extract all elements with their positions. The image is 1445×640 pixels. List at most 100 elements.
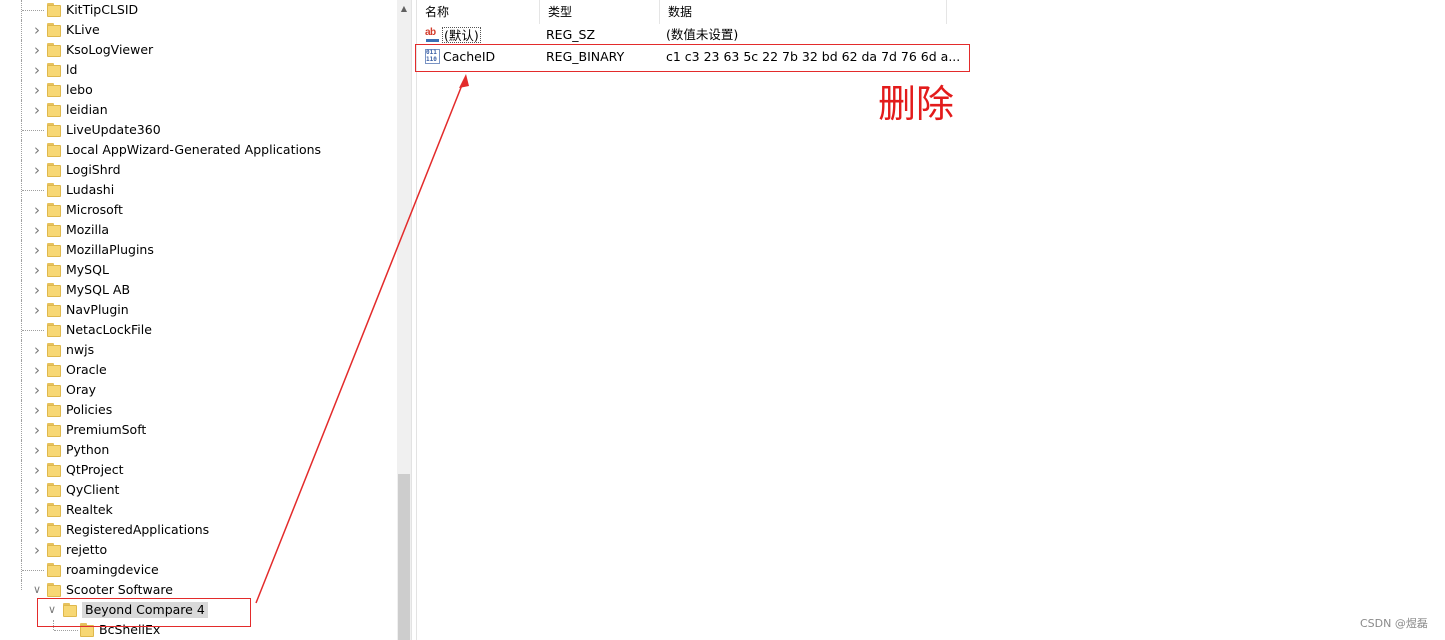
expand-chevron-icon[interactable]: ›	[30, 543, 44, 558]
expand-chevron-icon[interactable]: ›	[30, 463, 44, 478]
tree-node[interactable]: › KsoLogViewer	[0, 40, 397, 60]
expand-chevron-icon[interactable]: ›	[30, 303, 44, 318]
tree-node-label: nwjs	[66, 342, 95, 357]
tree-node-label: MySQL	[66, 262, 109, 277]
tree-node[interactable]: › Realtek	[0, 500, 397, 520]
tree-node-label: Python	[66, 442, 110, 457]
tree-node-label: Oray	[66, 382, 97, 397]
folder-icon	[47, 343, 61, 357]
expand-chevron-icon[interactable]: ›	[30, 283, 44, 298]
folder-icon	[47, 163, 61, 177]
tree-node[interactable]: › KLive	[0, 20, 397, 40]
tree-node[interactable]: › nwjs	[0, 340, 397, 360]
column-header-name[interactable]: 名称	[417, 0, 540, 24]
folder-icon	[47, 143, 61, 157]
scroll-up-arrow-icon[interactable]: ▲	[397, 0, 411, 17]
annotation-highlight-cacheid	[415, 44, 970, 72]
tree-node[interactable]: KitTipCLSID	[0, 0, 397, 20]
tree-node[interactable]: › lebo	[0, 80, 397, 100]
expand-chevron-icon[interactable]: ›	[30, 383, 44, 398]
expand-chevron-icon[interactable]: ›	[30, 263, 44, 278]
expand-chevron-icon[interactable]: ›	[30, 243, 44, 258]
expand-chevron-icon[interactable]: ›	[30, 403, 44, 418]
tree-node[interactable]: › Oracle	[0, 360, 397, 380]
expand-chevron-icon[interactable]: ›	[30, 523, 44, 538]
folder-icon	[47, 243, 61, 257]
expand-chevron-icon[interactable]: ›	[30, 343, 44, 358]
folder-icon	[47, 363, 61, 377]
expand-chevron-icon[interactable]: ›	[30, 63, 44, 78]
tree-node[interactable]: › Policies	[0, 400, 397, 420]
value-row-default[interactable]: ab (默认) REG_SZ (数值未设置)	[417, 25, 947, 45]
expand-chevron-icon[interactable]: ›	[30, 223, 44, 238]
expand-chevron-icon[interactable]: ›	[30, 203, 44, 218]
tree-node[interactable]: › ld	[0, 60, 397, 80]
tree-node-label: roamingdevice	[66, 562, 159, 577]
tree-node[interactable]: › RegisteredApplications	[0, 520, 397, 540]
tree-node[interactable]: NetacLockFile	[0, 320, 397, 340]
collapse-chevron-icon[interactable]: ∨	[30, 583, 44, 597]
tree-node-label: NetacLockFile	[66, 322, 152, 337]
tree-node[interactable]: › Mozilla	[0, 220, 397, 240]
annotation-delete-label: 删除	[878, 82, 955, 126]
expand-chevron-icon[interactable]: ›	[30, 483, 44, 498]
expand-chevron-icon[interactable]: ›	[30, 83, 44, 98]
tree-node-label: KLive	[66, 22, 100, 37]
tree-node-label: Local AppWizard-Generated Applications	[66, 142, 322, 157]
tree-node[interactable]: › Microsoft	[0, 200, 397, 220]
tree-node[interactable]: › Local AppWizard-Generated Applications	[0, 140, 397, 160]
folder-icon	[47, 283, 61, 297]
tree-node-label: NavPlugin	[66, 302, 129, 317]
tree-node-label: QyClient	[66, 482, 120, 497]
folder-icon	[47, 523, 61, 537]
expand-chevron-icon[interactable]: ›	[30, 423, 44, 438]
expand-chevron-icon[interactable]: ›	[30, 43, 44, 58]
string-value-icon: ab	[425, 27, 441, 43]
tree-node-label: Scooter Software	[66, 582, 173, 597]
tree-node[interactable]: roamingdevice	[0, 560, 397, 580]
tree-node[interactable]: › rejetto	[0, 540, 397, 560]
folder-icon	[47, 403, 61, 417]
tree-node-label: Oracle	[66, 362, 107, 377]
tree-node[interactable]: ∨ Scooter Software	[0, 580, 397, 600]
tree-vertical-scrollbar[interactable]: ▲	[397, 0, 411, 640]
expand-chevron-icon[interactable]: ›	[30, 363, 44, 378]
folder-icon	[47, 423, 61, 437]
tree-node[interactable]: › QtProject	[0, 460, 397, 480]
tree-node[interactable]: Ludashi	[0, 180, 397, 200]
tree-node[interactable]: › leidian	[0, 100, 397, 120]
folder-icon	[47, 483, 61, 497]
value-data: (数值未设置)	[666, 27, 739, 42]
string-value-icon-text: ab	[425, 27, 436, 38]
folder-icon	[47, 383, 61, 397]
expand-chevron-icon[interactable]: ›	[30, 443, 44, 458]
folder-icon	[47, 83, 61, 97]
expand-chevron-icon[interactable]: ›	[30, 103, 44, 118]
folder-icon	[47, 23, 61, 37]
tree-node[interactable]: › Python	[0, 440, 397, 460]
column-header-type[interactable]: 类型	[540, 0, 660, 24]
expand-chevron-icon[interactable]: ›	[30, 143, 44, 158]
tree-node[interactable]: › PremiumSoft	[0, 420, 397, 440]
folder-icon	[47, 323, 61, 337]
tree-node[interactable]: › NavPlugin	[0, 300, 397, 320]
tree-node[interactable]: › MozillaPlugins	[0, 240, 397, 260]
tree-node[interactable]: › Oray	[0, 380, 397, 400]
value-type: REG_SZ	[546, 27, 596, 42]
tree-node-label: Policies	[66, 402, 113, 417]
tree-node[interactable]: › LogiShrd	[0, 160, 397, 180]
expand-chevron-icon[interactable]: ›	[30, 503, 44, 518]
tree-node-label: QtProject	[66, 462, 124, 477]
tree-node[interactable]: › MySQL AB	[0, 280, 397, 300]
tree-node[interactable]: LiveUpdate360	[0, 120, 397, 140]
folder-icon	[47, 63, 61, 77]
tree-node[interactable]: › MySQL	[0, 260, 397, 280]
value-name: (默认)	[442, 27, 481, 43]
expand-chevron-icon[interactable]: ›	[30, 23, 44, 38]
column-header-data[interactable]: 数据	[660, 0, 947, 24]
tree-node[interactable]: › QyClient	[0, 480, 397, 500]
expand-chevron-icon[interactable]: ›	[30, 163, 44, 178]
scrollbar-thumb[interactable]	[398, 474, 410, 640]
tree-node-label: Realtek	[66, 502, 113, 517]
watermark: CSDN @煜磊	[1360, 617, 1428, 630]
